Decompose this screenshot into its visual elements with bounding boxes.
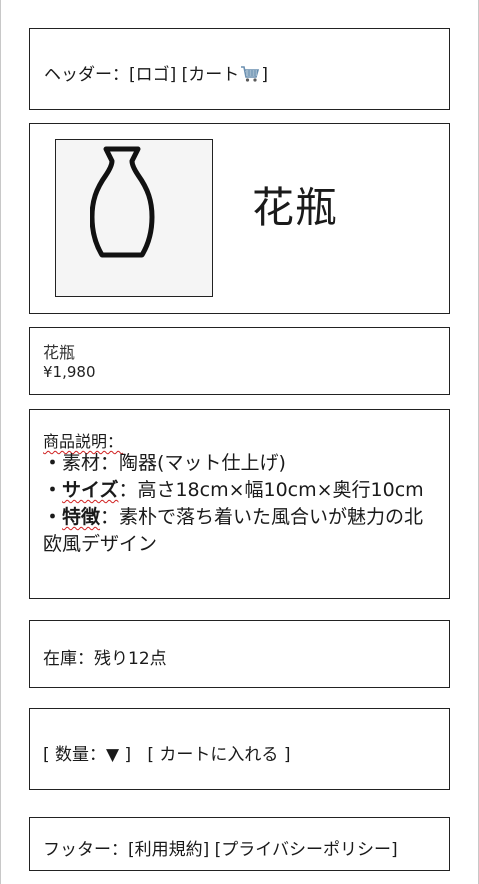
product-price: ¥1,980 [43, 363, 96, 381]
vase-icon [90, 146, 155, 258]
quantity-select[interactable]: [ 数量：▼ ] [43, 745, 131, 765]
header-prefix: ヘッダー： [44, 65, 129, 85]
bullet: ・ [43, 452, 63, 474]
cart-icon [240, 65, 260, 88]
terms-link[interactable]: [利用規約] [128, 840, 209, 860]
product-hero: 花瓶 [29, 123, 450, 314]
bullet: ・ [43, 506, 63, 528]
product-hero-title: 花瓶 [252, 183, 339, 232]
description-label-text: 商品説明： [43, 432, 124, 451]
footer-prefix: フッター： [43, 840, 128, 860]
description-body: ・素材：陶器(マット仕上げ) ・サイズ：高さ18cm×幅10cm×奥行10cm … [43, 450, 438, 558]
header-section: ヘッダー：[ロゴ] [カート] [29, 28, 450, 110]
product-image [55, 139, 213, 297]
product-summary: 花瓶 ¥1,980 [29, 327, 450, 395]
spec-feature-label: 特徴 [62, 506, 101, 528]
footer-row: フッター：[利用規約] [プライバシーポリシー] [43, 835, 398, 860]
page-edge-left [0, 0, 1, 884]
spec-material-label: 素材 [62, 452, 101, 474]
cart-label-close: ] [261, 65, 268, 85]
footer-section: フッター：[利用規約] [プライバシーポリシー] [29, 817, 450, 871]
cart-link[interactable]: [カート] [176, 65, 268, 85]
spec-material-value: ：陶器(マット仕上げ) [100, 452, 286, 474]
spec-material: ・素材：陶器(マット仕上げ) [43, 450, 438, 477]
spec-size-label: サイズ [62, 479, 119, 501]
spec-feature-value: ：素朴で落ち着いた風合いが魅力の北欧風デザイン [43, 506, 424, 555]
privacy-link[interactable]: [プライバシーポリシー] [215, 840, 398, 860]
description-label: 商品説明： [43, 428, 123, 452]
spec-size: ・サイズ：高さ18cm×幅10cm×奥行10cm [43, 477, 438, 504]
product-description: 商品説明： ・素材：陶器(マット仕上げ) ・サイズ：高さ18cm×幅10cm×奥… [29, 409, 450, 599]
purchase-section: [ 数量：▼ ] [ カートに入れる ] [29, 708, 450, 790]
spec-size-value: ：高さ18cm×幅10cm×奥行10cm [118, 479, 424, 501]
purchase-row: [ 数量：▼ ] [ カートに入れる ] [43, 740, 290, 765]
stock-section: 在庫：残り12点 [29, 620, 450, 688]
spec-feature: ・特徴：素朴で落ち着いた風合いが魅力の北欧風デザイン [43, 504, 438, 558]
product-name: 花瓶 [43, 343, 76, 362]
add-to-cart-button[interactable]: [ カートに入れる ] [147, 745, 290, 765]
bullet: ・ [43, 479, 63, 501]
cart-label: [カート [176, 65, 240, 85]
stock-status: 在庫：残り12点 [43, 649, 167, 669]
logo-placeholder[interactable]: [ロゴ] [129, 65, 176, 85]
header-line: ヘッダー：[ロゴ] [カート] [44, 60, 268, 88]
